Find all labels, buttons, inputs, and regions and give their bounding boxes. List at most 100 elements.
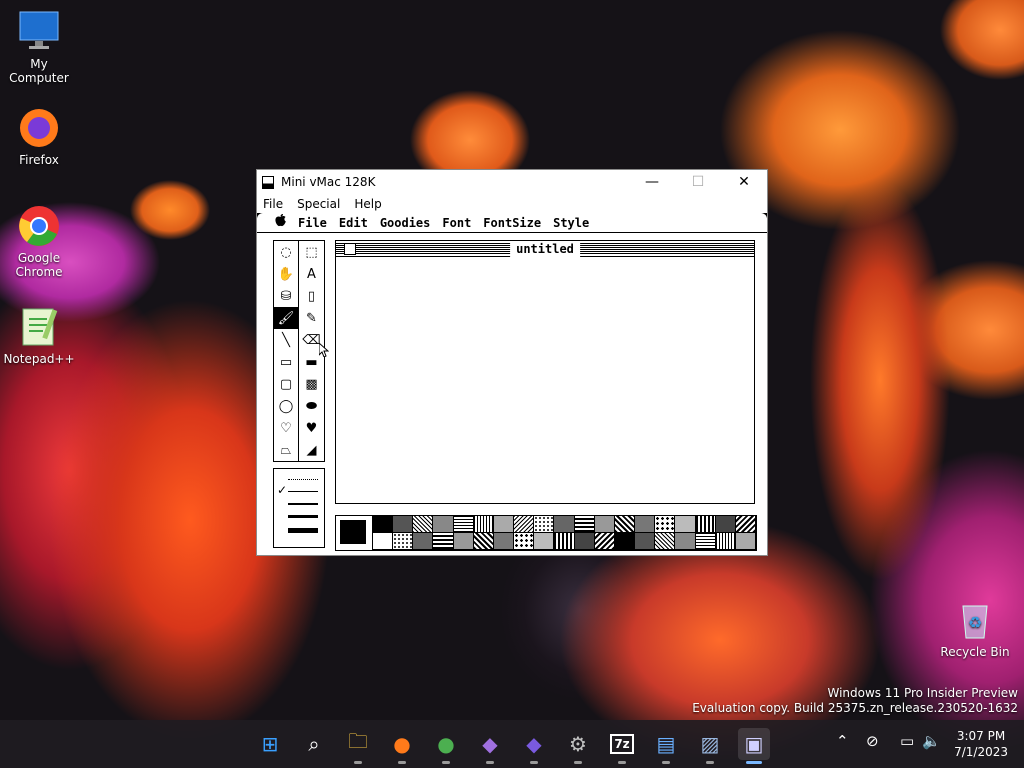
taskbar-firefox-icon[interactable]: ● bbox=[386, 728, 418, 764]
pattern-swatch[interactable] bbox=[735, 533, 756, 550]
pattern-swatch[interactable] bbox=[655, 516, 676, 533]
volume-icon[interactable]: 🔈 bbox=[922, 732, 941, 750]
pattern-swatch[interactable] bbox=[413, 516, 434, 533]
pattern-swatch[interactable] bbox=[715, 533, 736, 550]
pattern-swatch[interactable] bbox=[453, 533, 474, 550]
desktop-icon-firefox[interactable]: Firefox bbox=[1, 106, 77, 167]
desktop-icon-my-computer[interactable]: My Computer bbox=[1, 10, 77, 85]
mac-menu-edit[interactable]: Edit bbox=[339, 216, 368, 230]
tool-paint-bucket-icon[interactable]: ⛁ bbox=[274, 285, 299, 307]
canvas[interactable] bbox=[336, 258, 754, 503]
pattern-swatch[interactable] bbox=[433, 516, 454, 533]
mac-menu-goodies[interactable]: Goodies bbox=[380, 216, 431, 230]
taskbar-7zip-icon[interactable]: 7z bbox=[606, 728, 638, 764]
pattern-swatch[interactable] bbox=[614, 533, 636, 550]
pattern-swatch[interactable] bbox=[393, 516, 414, 533]
pattern-swatch[interactable] bbox=[735, 516, 756, 533]
menu-help[interactable]: Help bbox=[354, 197, 381, 211]
pattern-swatch[interactable] bbox=[473, 533, 494, 550]
tool-filled-freeform-icon[interactable]: ♥ bbox=[299, 417, 324, 439]
pattern-swatch[interactable] bbox=[574, 533, 595, 550]
document-close-box[interactable] bbox=[344, 243, 356, 255]
taskbar-search-icon[interactable]: ⌕ bbox=[298, 728, 330, 760]
menu-file[interactable]: File bbox=[263, 197, 283, 211]
pattern-swatch[interactable] bbox=[493, 533, 515, 550]
pattern-swatch[interactable] bbox=[695, 533, 716, 550]
tool-rounded-rectangle-icon[interactable]: ▢ bbox=[274, 373, 299, 395]
pattern-swatch[interactable] bbox=[635, 533, 656, 550]
network-icon[interactable]: ⊘ bbox=[866, 732, 879, 750]
apple-menu-icon[interactable] bbox=[275, 214, 286, 231]
tool-filled-rounded-rectangle-icon[interactable]: ▩ bbox=[299, 373, 324, 395]
pattern-swatch[interactable] bbox=[655, 533, 676, 550]
tool-spray-can-icon[interactable]: ▯ bbox=[299, 285, 324, 307]
display-icon[interactable]: ▭ bbox=[900, 732, 914, 750]
taskbar-chrome-icon[interactable]: ● bbox=[430, 728, 462, 764]
close-button[interactable]: ✕ bbox=[721, 170, 767, 194]
tool-polygon-icon[interactable]: ⏢ bbox=[274, 439, 299, 461]
pattern-swatch[interactable] bbox=[675, 533, 696, 550]
pattern-swatch[interactable] bbox=[554, 516, 575, 533]
document-titlebar[interactable]: untitled bbox=[336, 241, 754, 257]
taskbar-file-explorer-icon[interactable]: 🗀 bbox=[342, 728, 374, 764]
pattern-swatch[interactable] bbox=[413, 533, 434, 550]
pattern-swatch[interactable] bbox=[594, 516, 615, 533]
pattern-swatch[interactable] bbox=[635, 516, 656, 533]
tool-marquee-icon[interactable]: ⬚ bbox=[299, 241, 324, 263]
desktop-icon-google-chrome[interactable]: Google Chrome bbox=[1, 204, 77, 279]
tool-oval-icon[interactable]: ◯ bbox=[274, 395, 299, 417]
document-window[interactable]: untitled bbox=[335, 240, 755, 504]
mac-menu-style[interactable]: Style bbox=[553, 216, 589, 230]
taskbar-visual-studio-icon[interactable]: ◆ bbox=[474, 728, 506, 764]
pattern-swatch[interactable] bbox=[594, 533, 615, 550]
tool-text-icon[interactable]: A bbox=[299, 263, 324, 285]
taskbar-mini-vmac-icon[interactable]: ▣ bbox=[738, 728, 770, 764]
pattern-swatch[interactable] bbox=[675, 516, 696, 533]
tool-paintbrush-icon[interactable]: 🖌 bbox=[274, 307, 299, 329]
tool-rectangle-icon[interactable]: ▭ bbox=[274, 351, 299, 373]
taskbar-settings-icon[interactable]: ⚙ bbox=[562, 728, 594, 764]
pattern-swatch[interactable] bbox=[373, 533, 394, 550]
pattern-swatch[interactable] bbox=[493, 516, 515, 533]
taskbar-start-icon[interactable]: ⊞ bbox=[254, 728, 286, 760]
minimize-button[interactable]: — bbox=[629, 170, 675, 194]
pattern-swatch[interactable] bbox=[473, 516, 494, 533]
mac-menu-fontsize[interactable]: FontSize bbox=[483, 216, 541, 230]
window-titlebar[interactable]: Mini vMac 128K — ☐ ✕ bbox=[257, 170, 767, 194]
tool-line-icon[interactable]: ╲ bbox=[274, 329, 299, 351]
pattern-swatch[interactable] bbox=[433, 533, 454, 550]
tool-freeform-icon[interactable]: ♡ bbox=[274, 417, 299, 439]
line-width-1[interactable] bbox=[288, 491, 318, 492]
mac-menu-file[interactable]: File bbox=[298, 216, 327, 230]
tool-lasso-icon[interactable]: ◌ bbox=[274, 241, 299, 263]
tool-grabber-icon[interactable]: ✋ bbox=[274, 263, 299, 285]
desktop-icon-recycle-bin[interactable]: ♻ Recycle Bin bbox=[937, 598, 1013, 659]
system-clock[interactable]: 3:07 PM 7/1/2023 bbox=[954, 728, 1008, 760]
pattern-swatch[interactable] bbox=[514, 533, 535, 550]
emulated-mac-screen[interactable]: File Edit Goodies Font FontSize Style ◌ ⬚… bbox=[257, 213, 767, 555]
chevron-up-icon[interactable]: ⌃ bbox=[836, 732, 849, 750]
tool-pencil-icon[interactable]: ✎ bbox=[299, 307, 324, 329]
pattern-swatch[interactable] bbox=[715, 516, 736, 533]
pattern-swatch[interactable] bbox=[695, 516, 716, 533]
line-width-2[interactable] bbox=[288, 503, 318, 505]
desktop-icon-notepad-plus-plus[interactable]: Notepad++ bbox=[1, 305, 77, 366]
pattern-swatch[interactable] bbox=[373, 516, 394, 533]
pattern-swatch[interactable] bbox=[534, 533, 555, 550]
tool-filled-polygon-icon[interactable]: ◢ bbox=[299, 439, 324, 461]
line-width-4[interactable] bbox=[288, 528, 318, 533]
pattern-swatch[interactable] bbox=[534, 516, 555, 533]
pattern-swatch[interactable] bbox=[554, 533, 575, 550]
pattern-swatch[interactable] bbox=[453, 516, 474, 533]
pattern-swatch[interactable] bbox=[393, 533, 414, 550]
line-width-3[interactable] bbox=[288, 515, 318, 518]
pattern-swatch[interactable] bbox=[514, 516, 535, 533]
menu-special[interactable]: Special bbox=[297, 197, 340, 211]
mac-menu-font[interactable]: Font bbox=[442, 216, 471, 230]
maximize-button[interactable]: ☐ bbox=[675, 170, 721, 194]
pattern-swatch[interactable] bbox=[574, 516, 595, 533]
tool-filled-oval-icon[interactable]: ⬬ bbox=[299, 395, 324, 417]
taskbar-photos-icon[interactable]: ▨ bbox=[694, 728, 726, 764]
line-width-dotted[interactable] bbox=[288, 479, 318, 480]
taskbar-notepad-icon[interactable]: ▤ bbox=[650, 728, 682, 764]
